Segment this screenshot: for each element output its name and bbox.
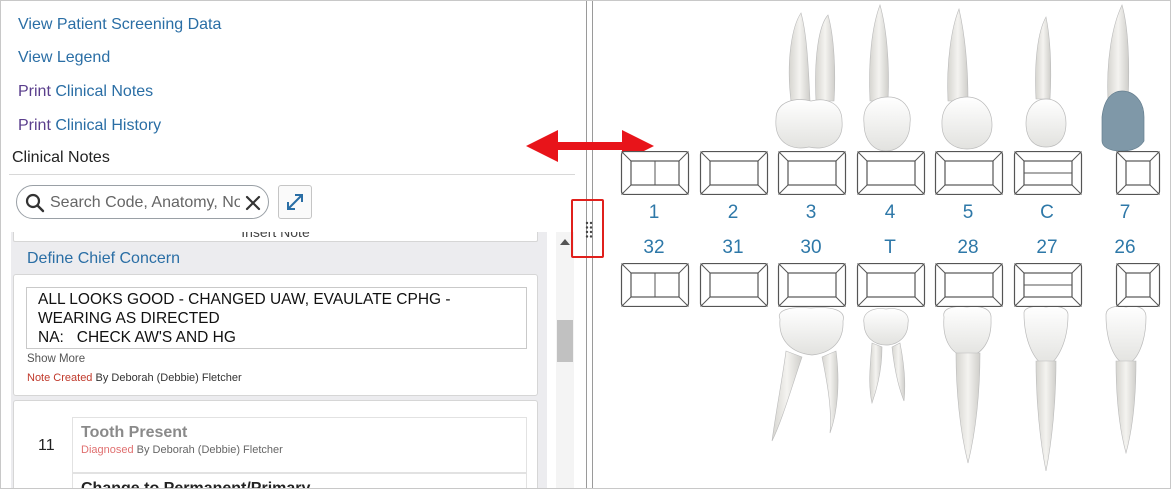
diagnosed-status: Diagnosed <box>81 444 134 456</box>
search-box <box>16 185 269 219</box>
print-history-label: Clinical History <box>55 117 162 134</box>
tooth-number-2[interactable]: 2 <box>703 202 763 224</box>
tooth-number-T[interactable]: T <box>860 237 920 259</box>
tooth-28-image[interactable] <box>943 306 992 464</box>
tooth-number-C[interactable]: C <box>1017 202 1077 224</box>
tooth-3-image[interactable] <box>941 8 993 150</box>
note-created-by: By Deborah (Debbie) Fletcher <box>92 372 242 384</box>
tooth-T-image[interactable] <box>863 308 909 405</box>
app-window: View Patient Screening Data View Legend … <box>0 0 1171 489</box>
view-legend-link[interactable]: View Legend <box>18 49 110 67</box>
expand-button[interactable] <box>278 185 312 219</box>
tooth-number-3[interactable]: 3 <box>781 202 841 224</box>
notes-list: Insert Note Define Chief Concern ALL LOO… <box>11 232 547 489</box>
scroll-up-icon[interactable] <box>560 239 570 245</box>
tooth-grid-31[interactable] <box>699 263 769 307</box>
scrollbar[interactable] <box>556 232 574 488</box>
tooth-2-image[interactable] <box>863 4 911 152</box>
tooth-grid-30[interactable] <box>777 263 847 307</box>
procedure-title: Tooth Present <box>81 424 188 441</box>
tooth-grid-T[interactable] <box>856 263 926 307</box>
tooth-1-image[interactable] <box>775 12 843 149</box>
tooth-grid-5[interactable] <box>934 151 1004 195</box>
tooth-chart: 1 2 3 4 5 C 7 32 31 30 T 28 27 26 <box>596 1 1171 488</box>
tooth-grid-26[interactable] <box>1103 263 1171 307</box>
tooth-number-7[interactable]: 7 <box>1095 202 1155 224</box>
clinical-panel: View Patient Screening Data View Legend … <box>1 1 586 489</box>
print-history-prefix: Print <box>18 117 56 134</box>
tooth-grid-1[interactable] <box>620 151 690 195</box>
tooth-number-26[interactable]: 26 <box>1095 237 1155 259</box>
tooth-26-image[interactable] <box>1105 305 1147 455</box>
print-notes-prefix: Print <box>18 83 56 100</box>
note-created-info: Note Created By Deborah (Debbie) Fletche… <box>27 372 242 384</box>
close-icon[interactable] <box>243 193 263 213</box>
tooth-number-32[interactable]: 32 <box>624 237 684 259</box>
expand-arrows-icon <box>287 194 303 210</box>
tooth-number-30[interactable]: 30 <box>781 237 841 259</box>
tooth-number: 11 <box>38 437 55 454</box>
tooth-grid-2[interactable] <box>699 151 769 195</box>
note-card: ALL LOOKS GOOD - CHANGED UAW, EVAULATE C… <box>13 274 538 396</box>
tooth-7-image[interactable] <box>1101 4 1145 152</box>
print-notes-label: Clinical Notes <box>55 83 154 100</box>
tooth-grid-28[interactable] <box>934 263 1004 307</box>
show-more-link[interactable]: Show More <box>27 353 85 365</box>
procedure-title: Change to Permanent/Primary <box>81 480 311 489</box>
tooth-number-5[interactable]: 5 <box>938 202 998 224</box>
scroll-thumb[interactable] <box>557 320 573 362</box>
tooth-30-image[interactable] <box>771 307 844 442</box>
tooth-grid-27[interactable] <box>1013 263 1083 307</box>
search-input[interactable] <box>50 192 240 213</box>
procedure-status: Diagnosed By Deborah (Debbie) Fletcher <box>81 444 283 456</box>
tooth-grid-3[interactable] <box>777 151 847 195</box>
print-clinical-history-link[interactable]: Print Clinical History <box>18 117 161 135</box>
note-text: ALL LOOKS GOOD - CHANGED UAW, EVAULATE C… <box>26 287 527 349</box>
tooth-27-image[interactable] <box>1023 305 1069 472</box>
print-clinical-notes-link[interactable]: Print Clinical Notes <box>18 83 153 101</box>
tooth-number-28[interactable]: 28 <box>938 237 998 259</box>
tooth-number-31[interactable]: 31 <box>703 237 763 259</box>
tooth-4-image[interactable] <box>1025 16 1067 148</box>
tooth-number-4[interactable]: 4 <box>860 202 920 224</box>
tooth-grid-C[interactable] <box>1013 151 1083 195</box>
procedure-item[interactable]: Tooth Present Diagnosed By Deborah (Debb… <box>72 417 527 473</box>
tooth-number-1[interactable]: 1 <box>624 202 684 224</box>
tooth-grid-7[interactable] <box>1103 151 1171 195</box>
note-created-status: Note Created <box>27 372 93 384</box>
drag-handle-icon[interactable] <box>585 221 593 239</box>
tooth-number-27[interactable]: 27 <box>1017 237 1077 259</box>
define-chief-concern-link[interactable]: Define Chief Concern <box>27 250 180 268</box>
tooth-grid-4[interactable] <box>856 151 926 195</box>
tooth-entry-card[interactable]: 11 Tooth Present Diagnosed By Deborah (D… <box>13 400 538 489</box>
diagnosed-by: By Deborah (Debbie) Fletcher <box>133 444 283 456</box>
insert-note-button[interactable]: Insert Note <box>13 232 538 242</box>
tooth-grid-32[interactable] <box>620 263 690 307</box>
section-title: Clinical Notes <box>12 149 110 166</box>
divider <box>9 174 575 175</box>
view-screening-link[interactable]: View Patient Screening Data <box>18 16 221 34</box>
search-icon <box>25 193 45 213</box>
procedure-item[interactable]: Change to Permanent/Primary <box>72 473 527 489</box>
